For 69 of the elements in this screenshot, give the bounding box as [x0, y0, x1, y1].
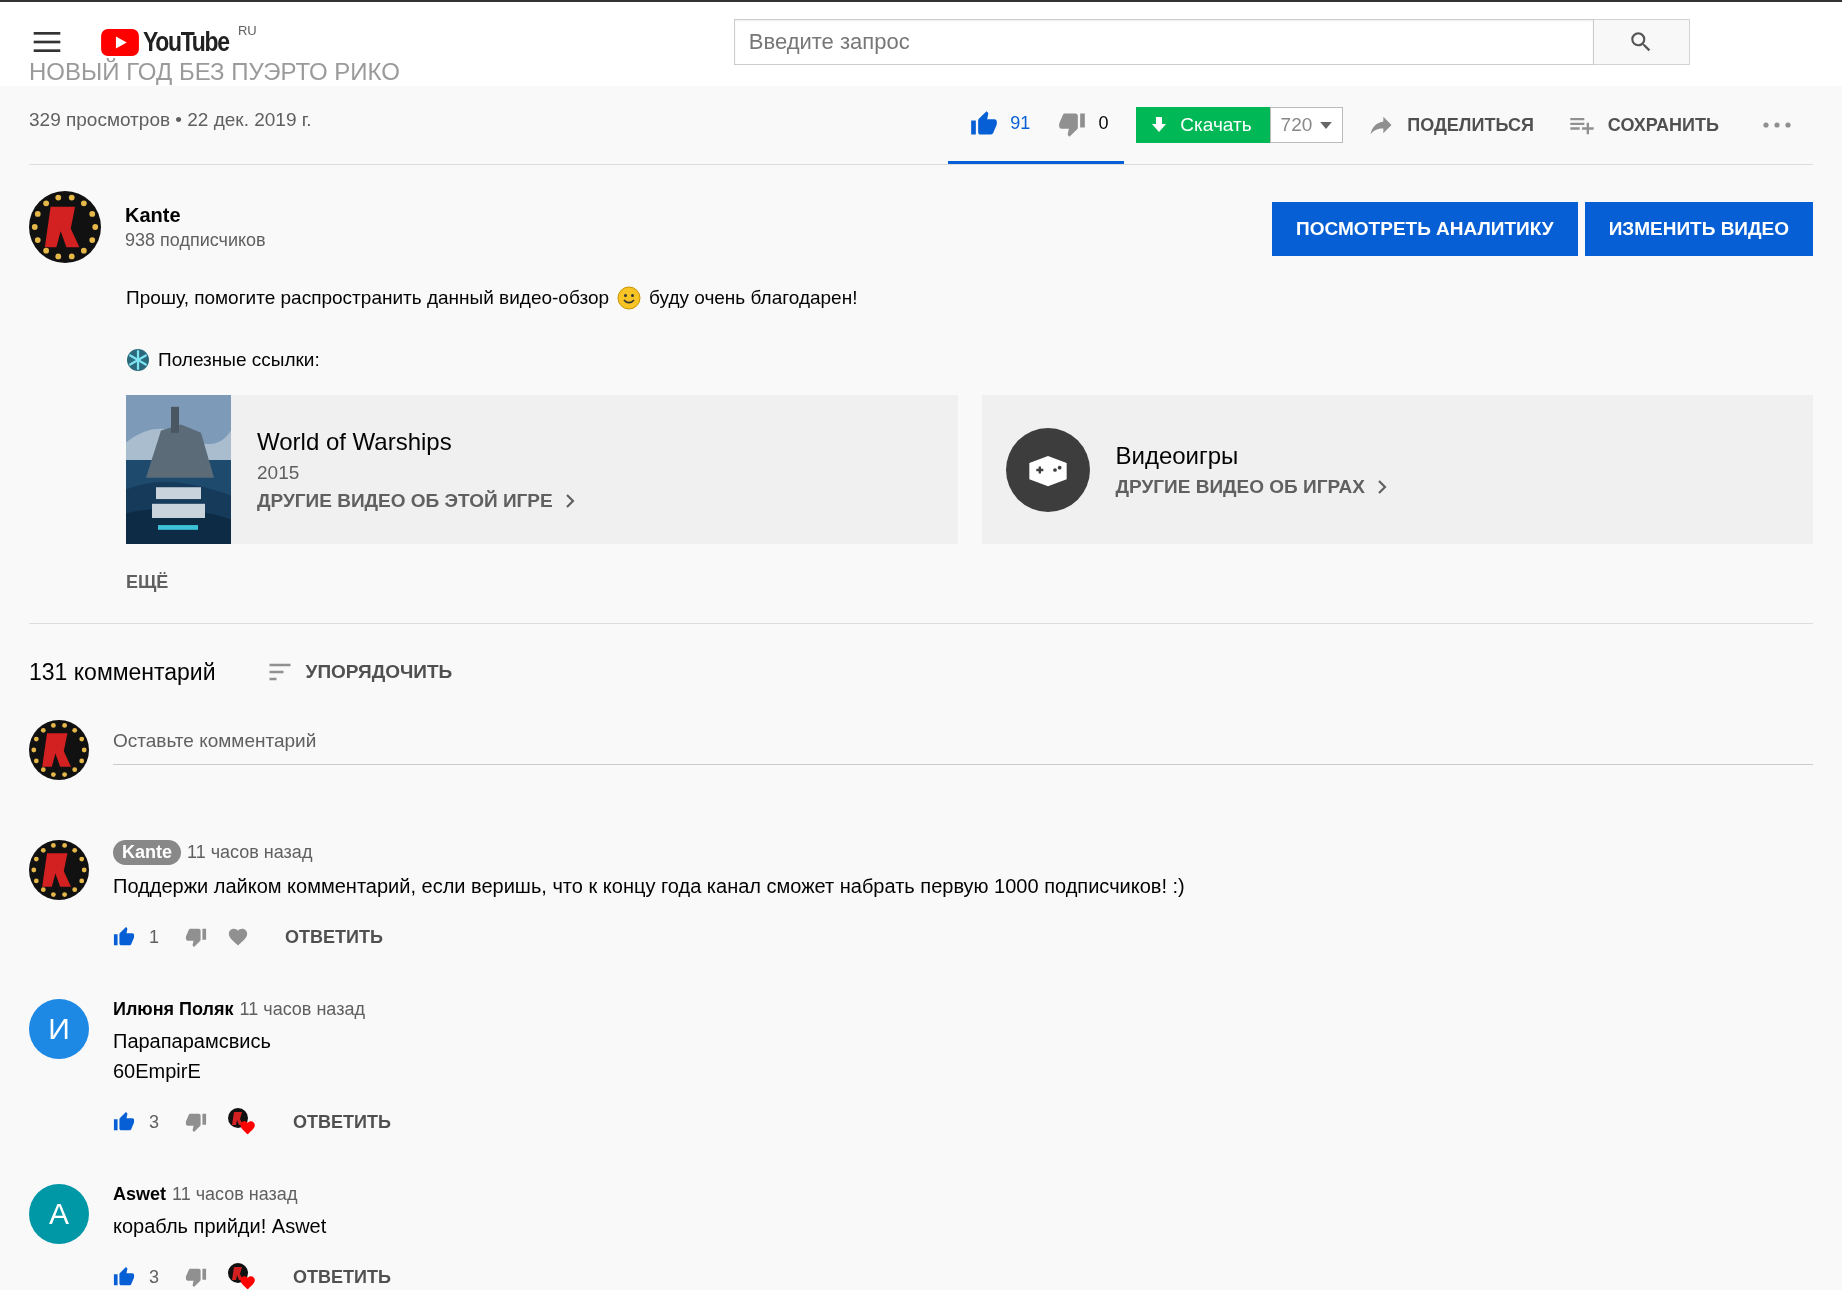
like-button[interactable]: 3 — [113, 1266, 159, 1288]
thumbs-up-icon — [970, 109, 999, 138]
letter-avatar[interactable]: A — [29, 1184, 89, 1244]
comment-time[interactable]: 11 часов назад — [239, 999, 365, 1020]
thumbs-up-icon — [113, 926, 135, 948]
save-button[interactable]: СОХРАНИТЬ — [1557, 111, 1729, 139]
chevron-icon — [564, 492, 575, 509]
dislike-icon[interactable] — [185, 926, 207, 948]
view-stats: 329 просмотров • 22 дек. 2019 г. — [29, 109, 312, 131]
action-button[interactable]: ПОСМОТРЕТЬ АНАЛИТИКУ — [1272, 202, 1578, 256]
logo-text[interactable]: YouTube — [143, 26, 229, 58]
share-button[interactable]: ПОДЕЛИТЬСЯ — [1357, 111, 1544, 139]
comment-time[interactable]: 11 часов назад — [172, 1184, 298, 1205]
snowflake-icon — [126, 348, 150, 372]
smiley-icon — [617, 286, 642, 310]
user-avatar — [29, 720, 89, 780]
search-field[interactable]: Введите запрос — [733, 19, 1594, 65]
game-card[interactable]: Видеоигры ДРУГИЕ ВИДЕО ОБ ИГРАХ — [981, 395, 1813, 544]
like-button[interactable]: 3 — [113, 1111, 159, 1133]
reply-button[interactable]: ОТВЕТИТЬ — [293, 1266, 391, 1288]
dislike-icon[interactable] — [185, 1266, 207, 1288]
sort-button[interactable]: УПОРЯДОЧИТЬ — [265, 658, 453, 686]
menu-icon[interactable] — [33, 32, 61, 52]
comment-author[interactable]: Kante — [113, 840, 181, 865]
card-link[interactable]: ДРУГИЕ ВИДЕО ОБ ЭТОЙ ИГРЕ — [257, 489, 575, 512]
chevron-icon — [1376, 478, 1387, 495]
comment-author[interactable]: Aswet — [113, 1184, 166, 1205]
like-button[interactable]: 1 — [113, 926, 159, 948]
comment-count: 131 комментарий — [29, 658, 216, 686]
letter-avatar[interactable]: И — [29, 999, 89, 1059]
action-button[interactable]: ИЗМЕНИТЬ ВИДЕО — [1584, 202, 1813, 256]
creator-heart-icon[interactable] — [227, 1262, 257, 1290]
reply-button[interactable]: ОТВЕТИТЬ — [285, 926, 383, 948]
description-text: буду очень благодарен! — [649, 287, 858, 309]
play-logo-icon[interactable] — [101, 28, 139, 56]
comment-author[interactable]: Илюня Поляк — [113, 999, 234, 1020]
card-title: World of Warships — [257, 427, 453, 456]
show-more-link[interactable]: ЕЩЁ — [126, 572, 169, 593]
channel-avatar[interactable] — [29, 191, 101, 263]
like-button[interactable]: 91 — [960, 109, 1041, 138]
comment-text: корабль прийди! Aswet — [113, 1214, 328, 1239]
commenter-avatar[interactable] — [29, 840, 89, 900]
dislike-icon[interactable] — [185, 1111, 207, 1133]
description-text: Прошу, помогите распространить данный видео-обзор — [126, 287, 610, 309]
reply-button[interactable]: ОТВЕТИТЬ — [293, 1111, 391, 1133]
video-title: НОВЫЙ ГОД БЕЗ ПУЭРТО РИКО — [29, 58, 401, 86]
region-label: RU — [238, 22, 257, 38]
more-icon[interactable] — [1763, 122, 1791, 128]
dislike-button[interactable]: 0 — [1048, 109, 1119, 138]
links-label: Полезные ссылки: — [158, 349, 320, 371]
card-link[interactable]: ДРУГИЕ ВИДЕО ОБ ИГРАХ — [1115, 475, 1387, 498]
caret-icon — [1320, 121, 1333, 129]
channel-name[interactable]: Kante — [125, 204, 266, 227]
comment-text: Парапарамсвись 60EmpirE — [113, 1029, 272, 1084]
gamepad-icon — [1005, 427, 1090, 512]
card-title: Видеоигры — [1115, 441, 1240, 470]
card-year: 2015 — [257, 461, 301, 484]
search-button[interactable] — [1593, 19, 1690, 65]
comment-time[interactable]: 11 часов назад — [187, 842, 313, 863]
download-icon — [1150, 116, 1169, 134]
game-card[interactable]: World of Warships 2015 ДРУГИЕ ВИДЕО ОБ ЭТОЙ ИГРЕ — [126, 395, 958, 544]
subscriber-count: 938 подписчиков — [125, 230, 266, 251]
thumbs-up-icon — [113, 1266, 135, 1288]
creator-heart-icon[interactable] — [227, 1107, 257, 1137]
heart-icon[interactable] — [227, 926, 249, 948]
comment-field[interactable]: Оставьте комментарий — [113, 723, 1813, 765]
thumbs-up-icon — [113, 1111, 135, 1133]
comment-text: Поддержи лайком комментарий, если веришь, что к концу года канал сможет набрать первую 1000 подписчиков! :) — [113, 874, 1185, 899]
quality-dropdown[interactable]: 720 — [1269, 107, 1344, 143]
